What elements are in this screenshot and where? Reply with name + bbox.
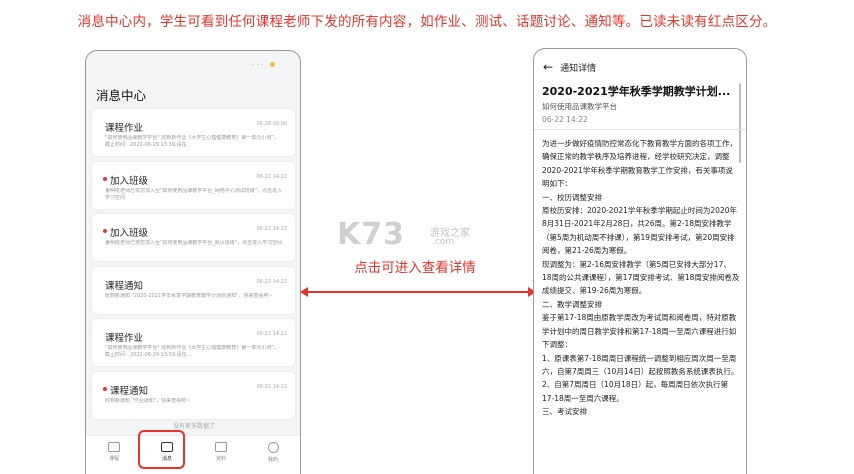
no-more-data-text: 没有更多数据了: [172, 423, 215, 430]
tab-label: 我的: [267, 457, 278, 463]
message-title: 课程作业: [105, 333, 144, 344]
annotation-label: 点击可进入查看详情: [354, 260, 476, 276]
watermark-sub-domain: .com: [432, 237, 455, 247]
message-time: 06-22 14:22: [256, 173, 287, 180]
message-center-phone: · · · 消息中心 课程作业 06-28 09:00 "如何使用品课教学平台"…: [85, 50, 301, 474]
message-desc: 收到新通知 "作业通知"，快来查看吧~: [105, 397, 191, 404]
status-indicator-icon: [270, 62, 275, 67]
body-heading: 三、考试安排: [542, 407, 587, 417]
body-paragraph: 1、原课表第7-18周周日课程统一调整到相应周次周一至周六，自第7周周三（10月…: [542, 353, 739, 376]
status-bar-dots: · · ·: [252, 61, 264, 69]
message-time: 06-22 14:22: [256, 331, 287, 337]
message-time: 06-28 09:00: [256, 121, 287, 127]
message-desc: "如何使用品课教学平台" 收到新作业《大学生心理健康教育》第一单元小测”，截止时…: [105, 345, 279, 358]
tab-label: 课程: [108, 456, 119, 462]
message-time: 06-22 14:22: [256, 226, 287, 232]
message-list: 课程作业 06-28 09:00 "如何使用品课教学平台" 收到新作业《大学生心…: [92, 109, 295, 424]
message-title: 课程作业: [105, 123, 144, 134]
nav-title: 通知详情: [560, 63, 597, 74]
message-time: 06-22 14:22: [256, 383, 287, 390]
double-arrow-icon: [300, 287, 536, 297]
instruction-banner: 消息中心内，学生可看到任何课程老师下发的所有内容，如作业、测试、话题讨论、通知等…: [77, 14, 777, 30]
message-desc: 董明班老师已将您加入至"如何使用品课教学平台_默认班级"，点击进入学习空间: [105, 240, 283, 246]
bottom-tab-bar: 课程 消息 资料 我的: [86, 435, 300, 474]
arrow-left-head: [300, 287, 308, 297]
notice-detail-phone: ← 通知详情 2020-2021学年秋季学期教学计划... 如何使用品课教学平台…: [533, 48, 747, 474]
body-paragraph: 原校历安排：2020-2021学年秋季学期起止时间为2020年8月31日-202…: [542, 206, 737, 256]
message-card[interactable]: 课程通知 06-22 14:22 收到新通知 "作业通知"，快来查看吧~: [92, 371, 295, 419]
message-desc: "如何使用品课教学平台" 收到新作业《大学生心理健康教育》第一单元小测”，截止时…: [105, 135, 279, 148]
message-title: 课程通知: [110, 385, 149, 397]
profile-icon: [267, 442, 279, 453]
body-heading: 二、教学调整安排: [542, 299, 602, 309]
message-title: 加入班级: [110, 228, 149, 239]
message-tab-highlight-box: [138, 430, 185, 469]
divider: [534, 129, 746, 130]
watermark-logo: K73: [337, 217, 405, 252]
message-card[interactable]: 课程作业 06-22 14:22 "如何使用品课教学平台" 收到新作业《大学生心…: [92, 319, 295, 366]
unread-dot-icon: [103, 176, 107, 181]
page-title: 消息中心: [96, 88, 147, 103]
message-card[interactable]: 课程通知 06-22 14:22 收到新通知 "2020-2021学年秋季学期教…: [92, 266, 295, 314]
message-card[interactable]: 课程作业 06-28 09:00 "如何使用品课教学平台" 收到新作业《大学生心…: [92, 109, 295, 156]
course-icon: [108, 442, 120, 452]
unread-dot-icon: [103, 386, 107, 391]
unread-dot-icon: [103, 229, 107, 233]
message-title: 加入班级: [110, 175, 149, 187]
message-time: 06-22 14:22: [256, 278, 287, 285]
notice-body: 为进一步做好疫情防控常态化下教育教学方面的各项工作，确保正常的教学秩序及培养进程…: [542, 137, 740, 419]
notice-title: 2020-2021学年秋季学期教学计划...: [542, 85, 731, 98]
body-heading: 一、校历调整安排: [542, 192, 602, 202]
tab-label: 资料: [215, 456, 226, 462]
document-icon: [215, 442, 227, 452]
notice-date: 06-22 14:22: [542, 115, 588, 124]
message-card[interactable]: 加入班级 06-22 14:22 董明班老师已将您加入至"如何使用品课教学平台_…: [92, 161, 295, 209]
tab-profile[interactable]: 我的: [253, 442, 293, 463]
body-paragraph: 为进一步做好疫情防控常态化下教育教学方面的各项工作，确保正常的教学秩序及培养进程…: [542, 139, 737, 189]
body-paragraph: 现调整为：第2-16周安排教学（第5周已安排大部分17、18周的公共课课程），第…: [542, 259, 740, 296]
back-arrow-icon[interactable]: ←: [543, 60, 553, 74]
message-desc: 董明班老师已将您加入至"如何使用品课教学平台_网络中心测试班级"，点击进入学习空…: [105, 187, 283, 201]
body-paragraph: 2、自第7周周日（10月18日）起，每周周日依次执行第17-18周一至周六课程。: [542, 380, 729, 403]
notice-source: 如何使用品课教学平台: [542, 102, 617, 111]
tab-course[interactable]: 课程: [94, 442, 134, 462]
body-paragraph: 鉴于第17-18周由原教学周改为考试周和阅卷周，特对原教学计划中的周日教学安排和…: [542, 313, 737, 350]
message-title: 课程通知: [105, 280, 144, 292]
tab-document[interactable]: 资料: [201, 442, 241, 462]
nav-bar: ← 通知详情: [543, 59, 596, 75]
message-desc: 收到新通知 "2020-2021学年秋季学期教育教学计划的通知"，快来查看吧~: [105, 292, 273, 299]
message-card[interactable]: 加入班级 06-22 14:22 董明班老师已将您加入至"如何使用品课教学平台_…: [92, 214, 295, 261]
